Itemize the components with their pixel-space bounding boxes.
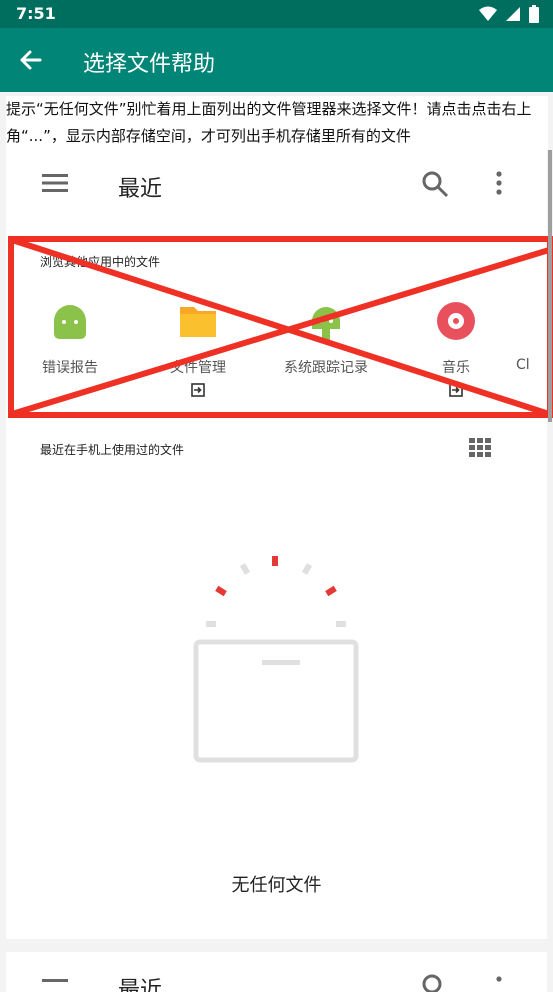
wifi-icon <box>479 6 497 21</box>
page-title: 选择文件帮助 <box>83 52 216 77</box>
app-bar: 选择文件帮助 <box>0 28 553 92</box>
grid-view-icon <box>469 438 491 457</box>
help-screenshot-2: 最近 <box>6 952 547 992</box>
back-button[interactable] <box>10 40 50 80</box>
scrollbar-thumb[interactable] <box>548 150 552 422</box>
more-vert-icon <box>496 171 502 195</box>
section-recent-title: 最近在手机上使用过的文件 <box>40 443 185 457</box>
screenshot-title: 最近 <box>118 978 163 992</box>
menu-icon <box>42 979 68 982</box>
cross-out-mark <box>11 237 550 417</box>
status-icons <box>479 5 539 23</box>
search-icon <box>422 974 442 992</box>
hint-text: 提示“无任何文件”别忙着用上面列出的文件管理器来选择文件！请点击点击右上角“..… <box>6 96 548 150</box>
menu-icon <box>42 174 68 192</box>
signal-icon <box>506 7 520 21</box>
screenshot-title: 最近 <box>118 177 163 202</box>
status-time: 7:51 <box>16 4 56 23</box>
battery-icon <box>529 5 539 23</box>
search-icon <box>422 171 449 198</box>
empty-state-illustration <box>193 556 359 763</box>
screenshot-toolbar: 最近 <box>6 149 547 219</box>
empty-state-text: 无任何文件 <box>231 875 322 896</box>
more-vert-icon <box>496 976 502 982</box>
arrow-back-icon <box>20 50 42 70</box>
status-bar: 7:51 <box>0 0 553 28</box>
